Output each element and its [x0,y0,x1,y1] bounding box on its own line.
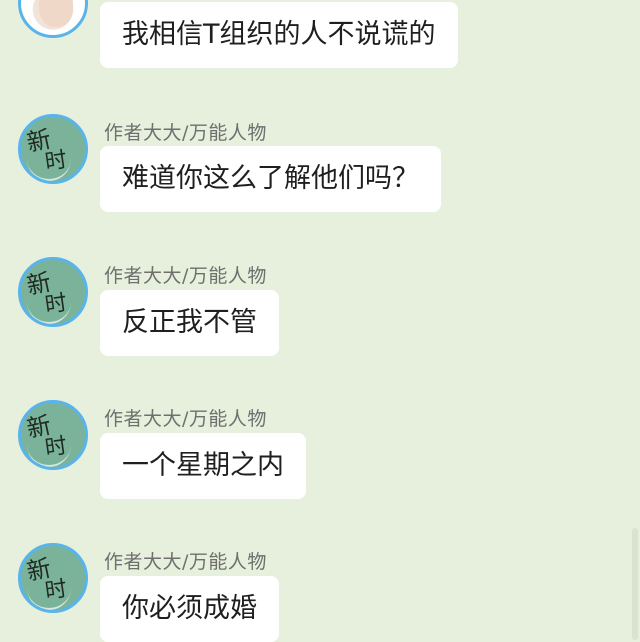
avatar-face [39,0,73,27]
message-bubble[interactable]: 我相信T组织的人不说谎的 [100,2,458,68]
avatar[interactable]: 新 时 [18,400,88,470]
sender-name: 作者大大/万能人物 [104,122,267,144]
message-bubble[interactable]: 你必须成婚 [100,576,279,642]
avatar[interactable]: 新 时 [18,257,88,327]
avatar[interactable]: 新 时 [18,114,88,184]
avatar[interactable] [18,0,88,38]
message-bubble[interactable]: 一个星期之内 [100,433,306,499]
sender-name: 作者大大/万能人物 [104,551,267,573]
logo-char: 时 [43,290,69,319]
chat-area[interactable]: 我相信T组织的人不说谎的 新 时 作者大大/万能人物 难道你这么了解他们吗？ 新… [0,0,640,642]
avatar[interactable]: 新 时 [18,543,88,613]
logo-char: 时 [43,576,69,605]
sender-name: 作者大大/万能人物 [104,265,267,287]
sender-name: 作者大大/万能人物 [104,408,267,430]
message-bubble[interactable]: 难道你这么了解他们吗？ [100,146,441,212]
logo-char: 时 [43,147,69,176]
logo-char: 时 [43,433,69,462]
message-bubble[interactable]: 反正我不管 [100,290,279,356]
scrollbar[interactable] [632,528,638,640]
